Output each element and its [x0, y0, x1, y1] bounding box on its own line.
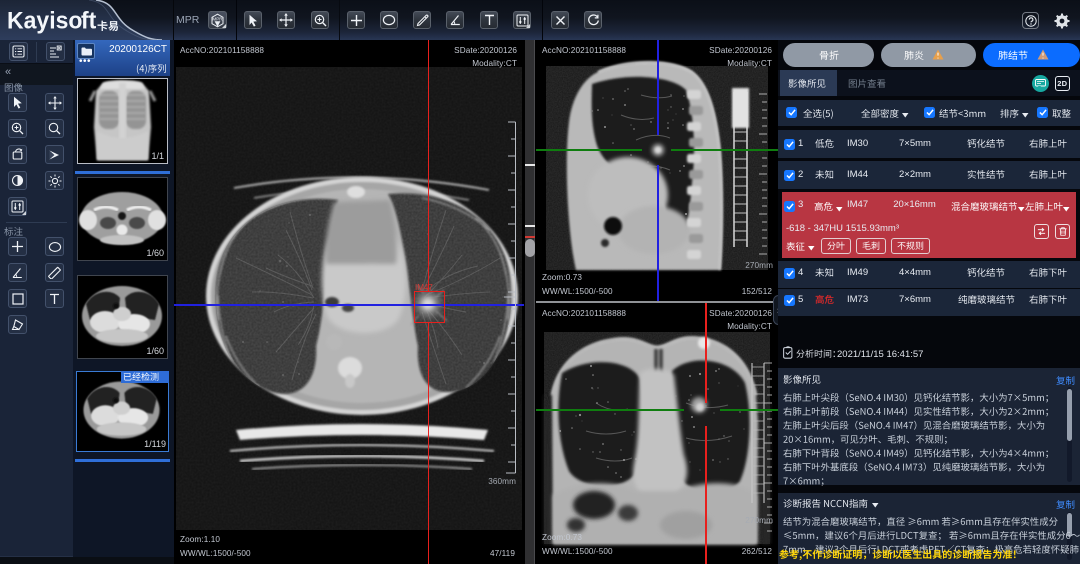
- svg-text:MPR: MPR: [212, 16, 223, 21]
